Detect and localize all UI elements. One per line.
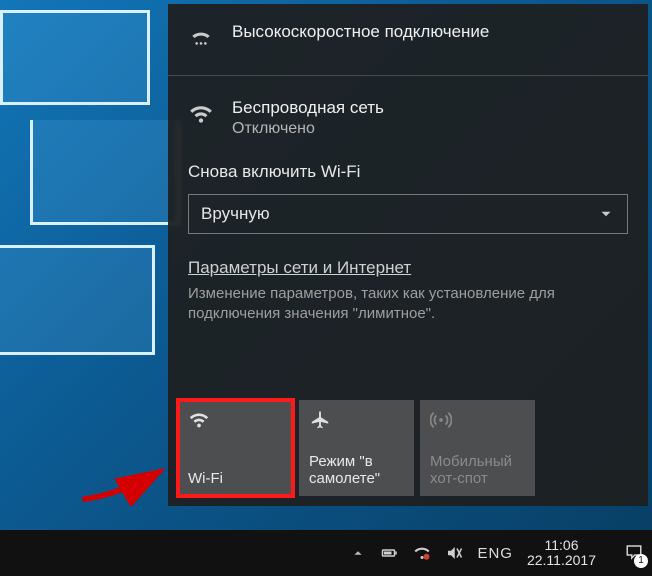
tile-hotspot[interactable]: Мобильный хот-спот [420,400,535,496]
network-flyout: Высокоскоростное подключение Беспроводна… [168,4,648,506]
wallpaper-shape [0,245,155,355]
reenable-label: Снова включить Wi-Fi [188,162,628,182]
quick-action-tiles: Wi-Fi Режим "в самолете" Мобильный хот-с… [178,400,535,496]
tile-label: Wi-Fi [188,470,283,487]
network-settings-link[interactable]: Параметры сети и Интернет [188,258,411,278]
battery-icon[interactable] [381,544,399,562]
tile-airplane[interactable]: Режим "в самолете" [299,400,414,496]
volume-icon[interactable] [445,544,463,562]
select-value: Вручную [201,204,270,224]
notification-badge: 1 [634,554,648,568]
broadband-item[interactable]: Высокоскоростное подключение [188,22,628,51]
tile-label: Режим "в самолете" [309,453,404,487]
wifi-title: Беспроводная сеть [232,98,384,118]
broadband-icon [188,25,214,51]
wifi-icon [188,409,210,431]
broadband-title: Высокоскоростное подключение [232,22,489,42]
language-indicator[interactable]: ENG [477,545,513,562]
hotspot-icon [430,409,452,431]
action-center-button[interactable]: 1 [610,543,644,564]
tray-overflow-icon[interactable] [351,546,365,560]
wallpaper-shape [0,10,150,105]
annotation-arrow [78,456,170,506]
clock-time: 11:06 [527,538,596,553]
tile-label: Мобильный хот-спот [430,453,525,487]
wifi-icon [188,101,214,127]
clock-date: 22.11.2017 [527,553,596,568]
wifi-status: Отключено [232,120,384,138]
reenable-select[interactable]: Вручную [188,194,628,234]
clock[interactable]: 11:06 22.11.2017 [527,538,596,569]
tile-wifi[interactable]: Wi-Fi [178,400,293,496]
network-tray-icon[interactable] [413,544,431,562]
system-tray: ENG 11:06 22.11.2017 1 [349,538,644,569]
wifi-item[interactable]: Беспроводная сеть Отключено [188,98,628,138]
airplane-icon [309,409,331,431]
chevron-down-icon [597,205,615,223]
wallpaper-shape [30,120,180,225]
network-settings-hint: Изменение параметров, таких как установл… [188,284,628,325]
taskbar: ENG 11:06 22.11.2017 1 [0,530,652,576]
divider [168,75,648,76]
